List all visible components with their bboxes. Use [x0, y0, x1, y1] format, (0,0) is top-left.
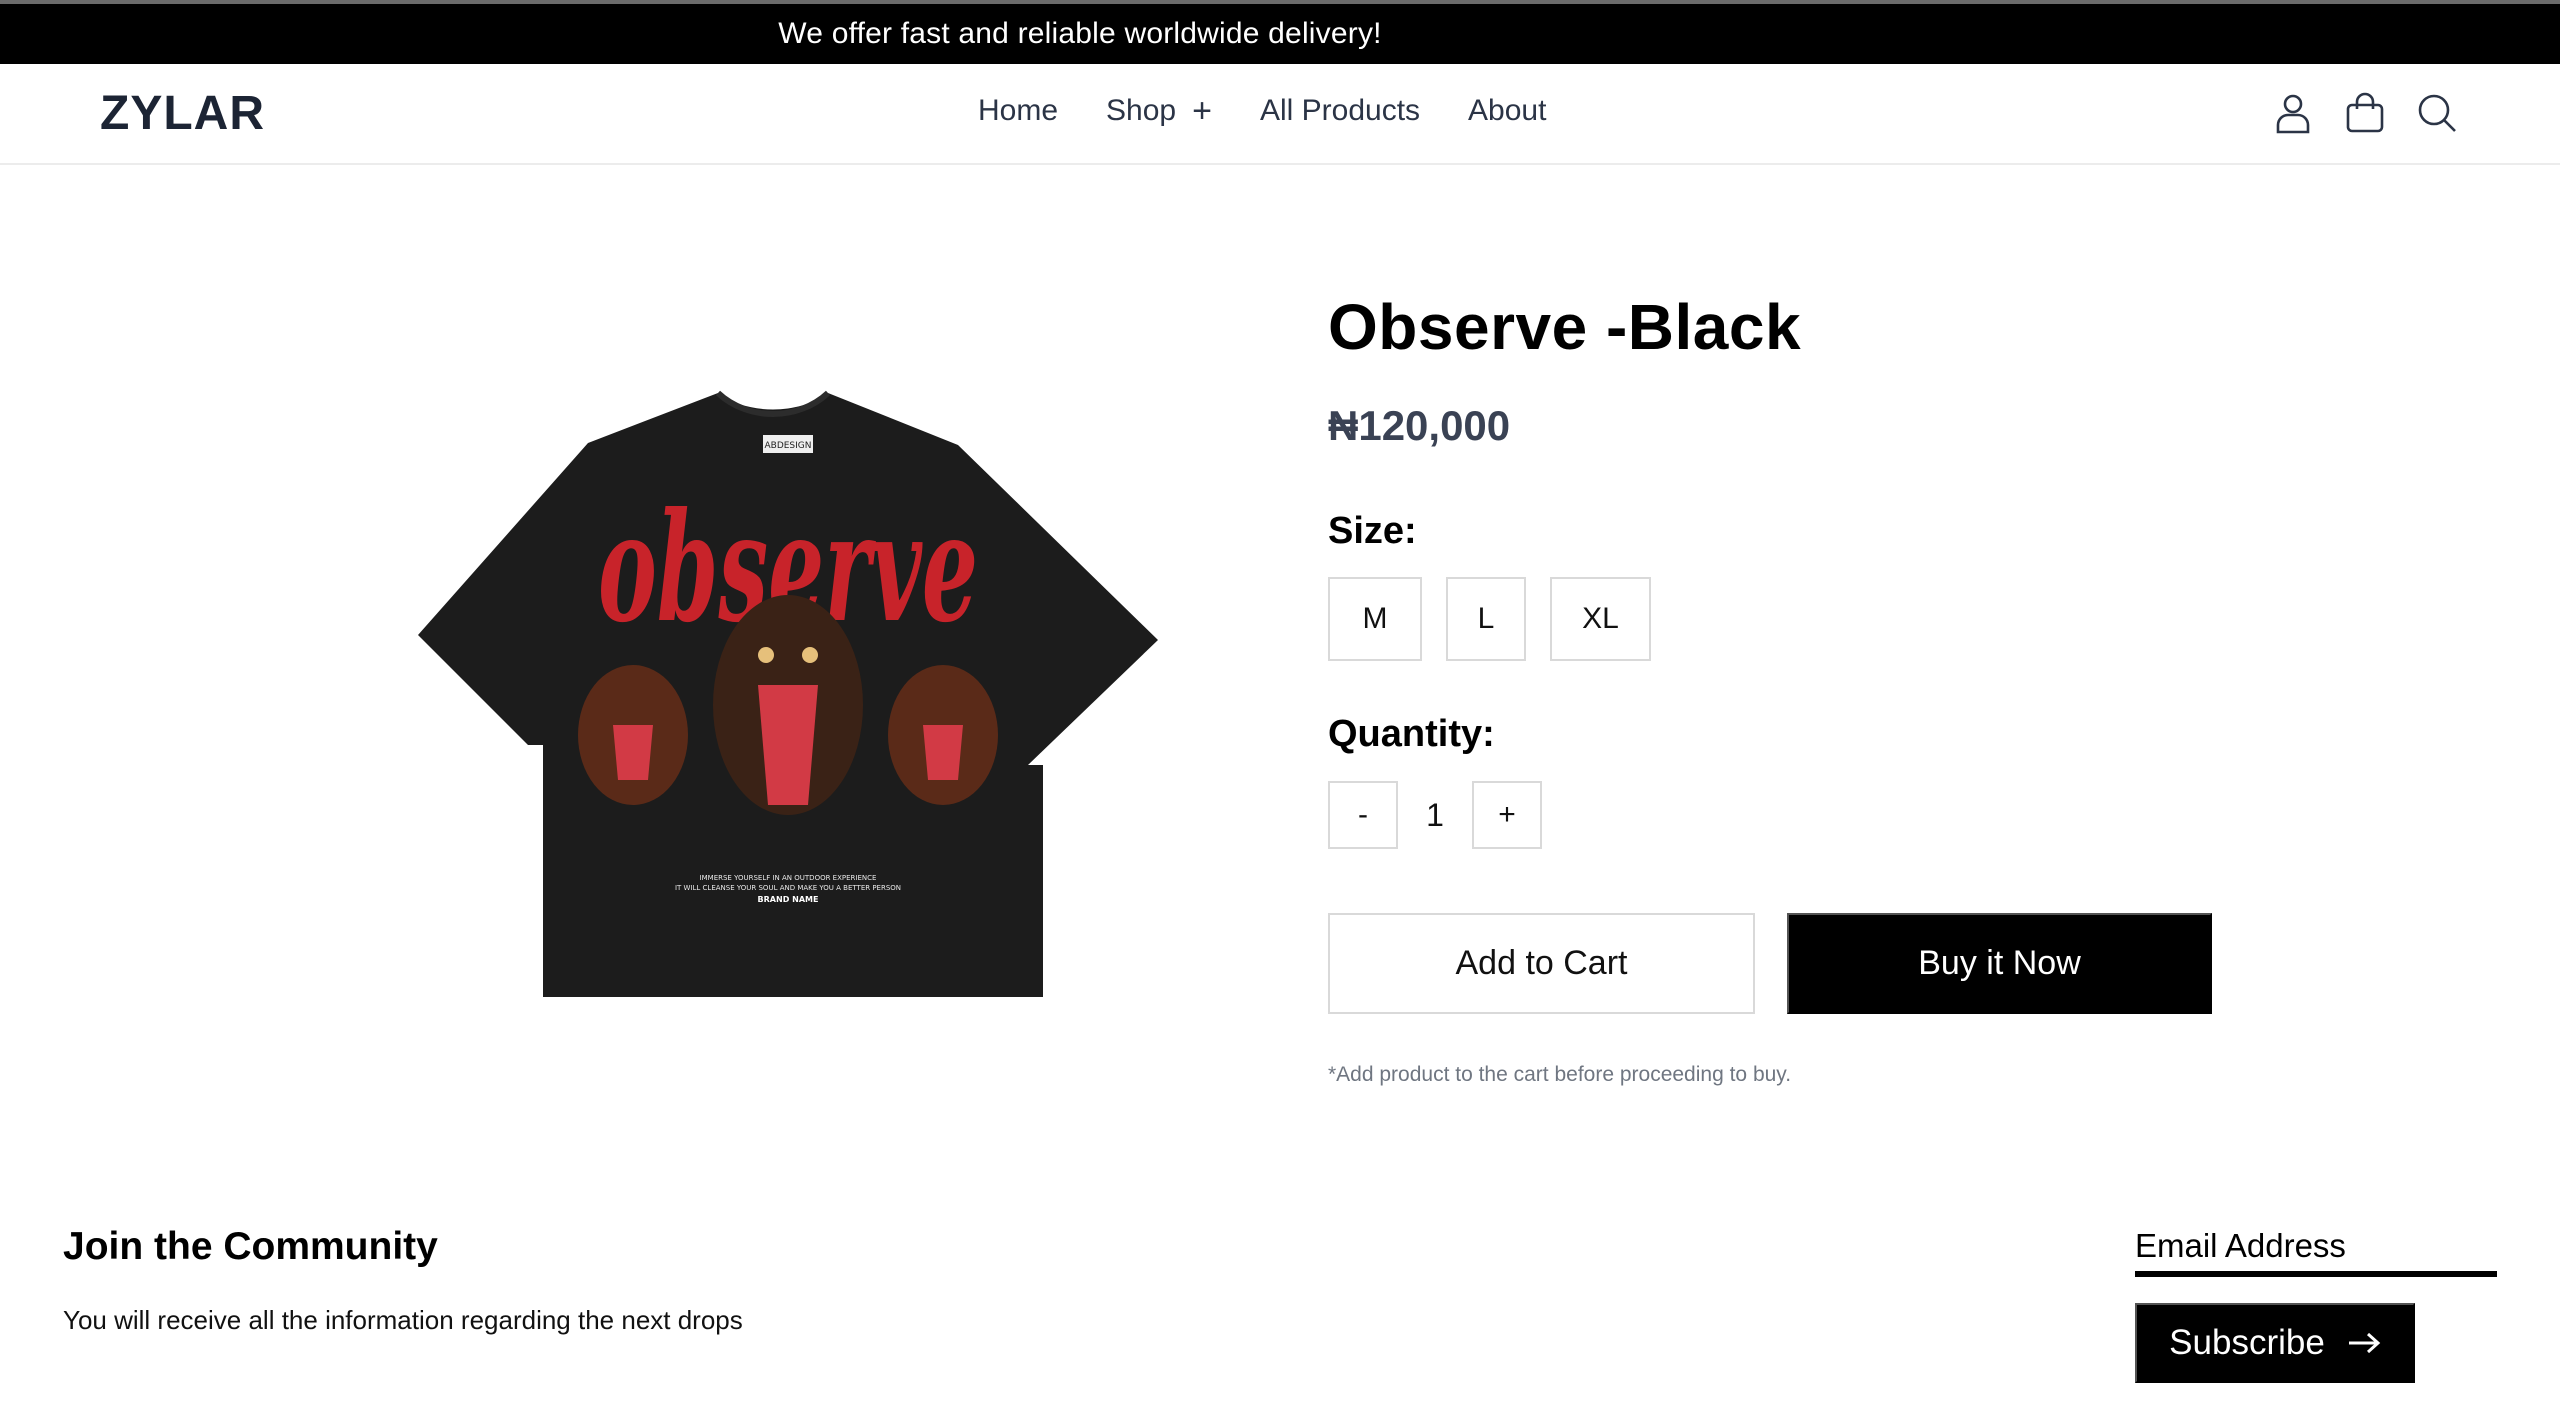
buy-now-button[interactable]: Buy it Now — [1787, 913, 2212, 1014]
size-xl-button[interactable]: XL — [1550, 577, 1651, 661]
announcement-text: We offer fast and reliable worldwide del… — [778, 17, 1382, 50]
email-field[interactable]: Email Address — [2135, 1225, 2497, 1277]
quantity-stepper: - 1 + — [1328, 781, 1542, 849]
quantity-value[interactable]: 1 — [1398, 797, 1472, 834]
shirt-small-line-3: BRAND NAME — [758, 895, 819, 904]
product-title: Observe -Black — [1328, 291, 1802, 363]
quantity-label: Quantity: — [1328, 713, 1495, 755]
nav-all-products[interactable]: All Products — [1260, 94, 1420, 128]
nav-home-label: Home — [978, 94, 1059, 127]
shirt-small-line-2: IT WILL CLEANSE YOUR SOUL AND MAKE YOU A… — [675, 884, 901, 892]
add-to-cart-button[interactable]: Add to Cart — [1328, 913, 1755, 1014]
size-m-button[interactable]: M — [1328, 577, 1422, 661]
shirt-small-line-1: IMMERSE YOURSELF IN AN OUTDOOR EXPERIENC… — [700, 874, 877, 882]
arrow-right-icon — [2348, 1332, 2381, 1354]
site-header: ZYLAR Home Shop + All Products About — [0, 64, 2560, 165]
nav-shop[interactable]: Shop + — [1106, 94, 1212, 128]
announcement-bar: We offer fast and reliable worldwide del… — [0, 4, 2560, 64]
product-price: ₦120,000 — [1328, 402, 1511, 449]
nav-about[interactable]: About — [1468, 94, 1546, 128]
community-text: You will receive all the information reg… — [63, 1305, 743, 1335]
main-nav: Home Shop + All Products About — [978, 94, 1594, 128]
decrement-button[interactable]: - — [1328, 781, 1398, 849]
increment-button[interactable]: + — [1472, 781, 1542, 849]
header-actions — [2246, 88, 2462, 138]
shirt-tag: ABDESIGN — [764, 441, 811, 451]
search-icon[interactable] — [2412, 88, 2462, 138]
subscribe-label: Subscribe — [2169, 1323, 2325, 1362]
plus-icon[interactable]: + — [1192, 94, 1212, 128]
nav-all-products-label: All Products — [1259, 94, 1421, 127]
bag-icon[interactable] — [2340, 88, 2390, 138]
community-title: Join the Community — [63, 1225, 438, 1268]
subscribe-button[interactable]: Subscribe — [2135, 1303, 2415, 1383]
user-icon[interactable] — [2268, 88, 2318, 138]
brand-logo[interactable]: ZYLAR — [100, 86, 265, 141]
nav-about-label: About — [1468, 94, 1547, 127]
size-options: M L XL — [1328, 577, 1675, 661]
size-label: Size: — [1328, 510, 1417, 552]
nav-home[interactable]: Home — [978, 94, 1058, 128]
product-image[interactable]: ABDESIGN observe IMMERSE YOURSELF IN AN … — [418, 385, 1158, 1005]
cart-note: *Add product to the cart before proceedi… — [1328, 1063, 1792, 1086]
nav-shop-label: Shop — [1106, 94, 1177, 127]
size-l-button[interactable]: L — [1446, 577, 1526, 661]
